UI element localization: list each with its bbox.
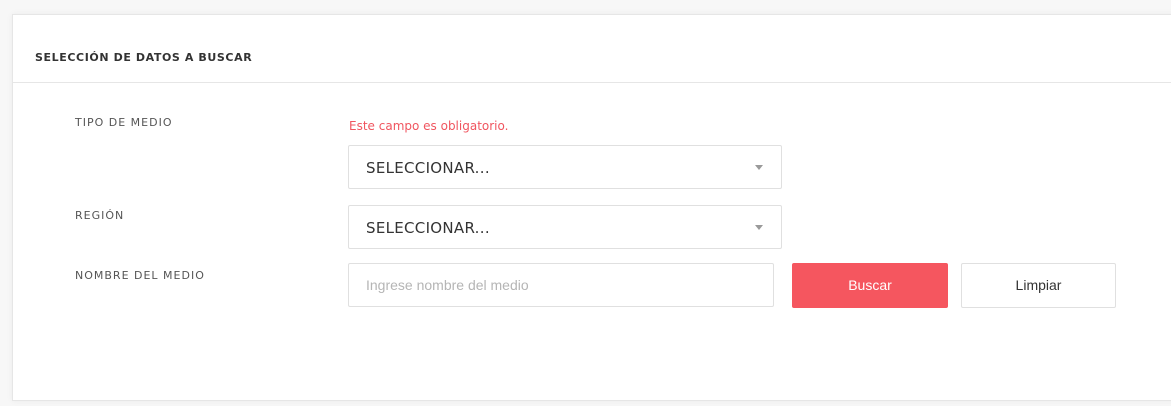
search-panel: SELECCIÓN DE DATOS A BUSCAR TIPO DE MEDI… xyxy=(12,14,1171,401)
region-label: REGIÓN xyxy=(75,209,125,222)
tipo-medio-label: TIPO DE MEDIO xyxy=(75,116,173,129)
region-select-value: SELECCIONAR... xyxy=(366,219,490,237)
panel-title: SELECCIÓN DE DATOS A BUSCAR xyxy=(35,51,253,64)
nombre-medio-input[interactable] xyxy=(348,263,774,307)
tipo-medio-select-value: SELECCIONAR... xyxy=(366,159,490,177)
panel-header: SELECCIÓN DE DATOS A BUSCAR xyxy=(13,15,1171,83)
chevron-down-icon xyxy=(755,165,763,170)
tipo-medio-select[interactable]: SELECCIONAR... xyxy=(348,145,782,189)
clear-button[interactable]: Limpiar xyxy=(961,263,1116,308)
tipo-medio-error-message: Este campo es obligatorio. xyxy=(349,119,509,133)
search-button[interactable]: Buscar xyxy=(792,263,948,308)
region-select[interactable]: SELECCIONAR... xyxy=(348,205,782,249)
chevron-down-icon xyxy=(755,225,763,230)
nombre-medio-label: NOMBRE DEL MEDIO xyxy=(75,269,205,282)
